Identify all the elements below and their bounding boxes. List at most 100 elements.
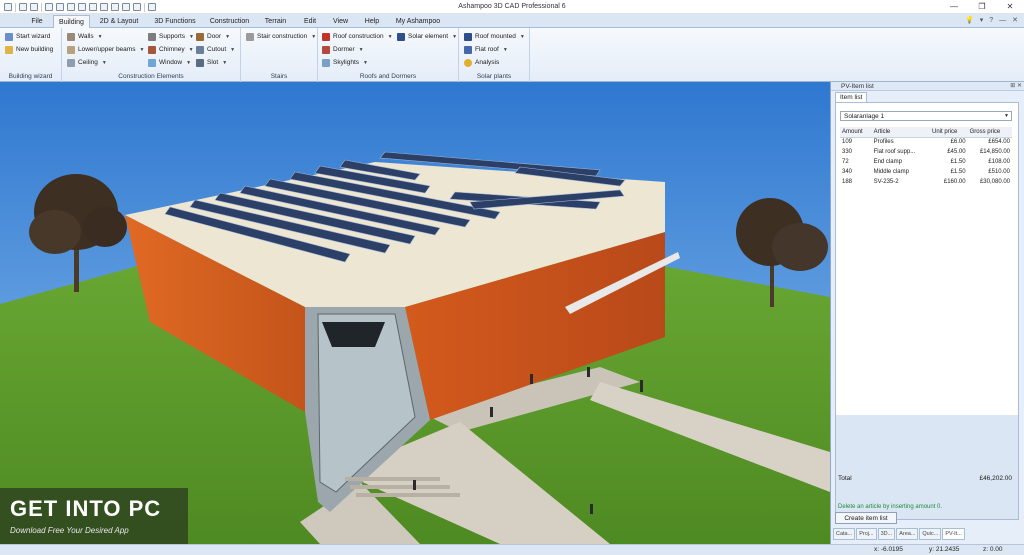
slot-button[interactable]: Slot ▼ bbox=[196, 58, 227, 68]
tab-terrain[interactable]: Terrain bbox=[258, 15, 293, 28]
close-doc-icon[interactable]: ✕ bbox=[1012, 15, 1018, 27]
close-button[interactable]: ✕ bbox=[996, 0, 1024, 14]
chevron-down-icon[interactable]: ▾ bbox=[980, 15, 984, 27]
tab-project[interactable]: Proj... bbox=[856, 528, 877, 540]
table-row[interactable]: 188 SV-235-2 £160.00 £30,080.00 bbox=[840, 177, 1012, 187]
supports-button[interactable]: Supports ▼ bbox=[148, 32, 194, 42]
skylights-button[interactable]: Skylights ▼ bbox=[322, 58, 368, 68]
beams-button[interactable]: Lower/upper beams ▼ bbox=[67, 45, 144, 55]
ceiling-button[interactable]: Ceiling ▼ bbox=[67, 58, 107, 68]
slot-icon bbox=[196, 59, 204, 67]
pin-icon[interactable]: ⊞ bbox=[1010, 83, 1015, 89]
cutout-button[interactable]: Cutout ▼ bbox=[196, 45, 235, 55]
sun-icon bbox=[464, 59, 472, 67]
hint-text: Delete an article by inserting amount 0. bbox=[838, 504, 943, 510]
cell-unit-price: £1.50 bbox=[950, 159, 966, 165]
minimize-ribbon-icon[interactable]: — bbox=[999, 15, 1006, 27]
tab-quick[interactable]: Quic... bbox=[919, 528, 942, 540]
tab-item-list[interactable]: Item list bbox=[835, 92, 868, 102]
minimize-button[interactable]: — bbox=[940, 0, 968, 14]
info-icon[interactable]: ? bbox=[989, 15, 993, 27]
cell-amount[interactable]: 188 bbox=[840, 177, 872, 187]
walls-label: Walls bbox=[78, 33, 94, 40]
roof-construction-label: Roof construction bbox=[333, 33, 384, 40]
door-label: Door bbox=[207, 33, 222, 40]
group-label: Building wizard bbox=[8, 73, 53, 80]
tab-building[interactable]: Building bbox=[53, 15, 90, 29]
group-label: Stairs bbox=[270, 73, 288, 80]
chimney-button[interactable]: Chimney ▼ bbox=[148, 45, 194, 55]
table-row[interactable]: 72 End clamp £1.50 £108.00 bbox=[840, 157, 1012, 167]
cell-amount[interactable]: 330 bbox=[840, 147, 872, 157]
cell-amount[interactable]: 72 bbox=[840, 157, 872, 167]
column-header[interactable]: Unit price bbox=[930, 127, 968, 138]
z-coordinate: z: 0.00 bbox=[983, 546, 1003, 553]
close-icon[interactable]: ✕ bbox=[1017, 83, 1022, 89]
roof-mounted-button[interactable]: Roof mounted ▼ bbox=[464, 32, 525, 42]
dormer-label: Dormer bbox=[333, 46, 355, 53]
tab-view[interactable]: View bbox=[328, 15, 353, 28]
window-controls: — ❐ ✕ bbox=[940, 0, 1024, 14]
dormer-icon bbox=[322, 46, 330, 54]
create-item-list-button[interactable]: Create item list bbox=[835, 512, 897, 524]
solar-element-button[interactable]: Solar element ▼ bbox=[397, 32, 457, 42]
table-row[interactable]: 340 Middle clamp £1.50 £510.00 bbox=[840, 167, 1012, 177]
cell-article: End clamp bbox=[873, 159, 902, 165]
tab-3d[interactable]: 3D... bbox=[877, 528, 896, 540]
chevron-down-icon: ▼ bbox=[387, 34, 393, 40]
solar-plant-select[interactable]: Solaranlage 1 ▼ bbox=[840, 111, 1012, 121]
window-button[interactable]: Window ▼ bbox=[148, 58, 191, 68]
watermark-title: GET INTO PC bbox=[10, 496, 162, 521]
column-header[interactable]: Amount bbox=[840, 127, 872, 138]
tab-construction[interactable]: Construction bbox=[207, 15, 252, 28]
roof-construction-button[interactable]: Roof construction ▼ bbox=[322, 32, 393, 42]
column-header[interactable]: Article bbox=[871, 127, 931, 138]
new-building-button[interactable]: New building bbox=[5, 45, 53, 55]
walls-icon bbox=[67, 33, 75, 41]
status-bar: x: -6.0195 y: 21.2435 z: 0.00 bbox=[0, 544, 1024, 555]
tab-edit[interactable]: Edit bbox=[298, 15, 322, 28]
tab-area[interactable]: Area... bbox=[896, 528, 919, 540]
chevron-down-icon: ▼ bbox=[363, 60, 368, 66]
column-header[interactable]: Gross price bbox=[967, 127, 1012, 138]
tab-file[interactable]: File bbox=[26, 15, 48, 28]
start-wizard-label: Start wizard bbox=[16, 33, 51, 40]
tab-help[interactable]: Help bbox=[358, 15, 386, 28]
dormer-button[interactable]: Dormer ▼ bbox=[322, 45, 364, 55]
maximize-button[interactable]: ❐ bbox=[968, 0, 996, 14]
select-value: Solaranlage 1 bbox=[844, 113, 885, 120]
tab-my-ashampoo[interactable]: My Ashampoo bbox=[393, 15, 443, 28]
tab-2d-layout[interactable]: 2D & Layout bbox=[96, 15, 142, 28]
cell-gross-price: £108.00 bbox=[988, 159, 1010, 165]
solar-panel-icon bbox=[464, 33, 472, 41]
stair-construction-button[interactable]: Stair construction ▼ bbox=[246, 32, 316, 42]
window-label: Window bbox=[159, 59, 183, 66]
cell-gross-price: £14,850.00 bbox=[979, 149, 1010, 155]
walls-button[interactable]: Walls ▼ bbox=[67, 32, 103, 42]
watermark: GET INTO PC Download Free Your Desired A… bbox=[0, 488, 188, 544]
table-row[interactable]: 109 Profiles £6.00 £654.00 bbox=[840, 137, 1012, 147]
title-bar: Ashampoo 3D CAD Professional 6 — ❐ ✕ bbox=[0, 0, 1024, 14]
tab-3d-functions[interactable]: 3D Functions bbox=[149, 15, 201, 28]
door-button[interactable]: Door ▼ bbox=[196, 32, 230, 42]
flat-roof-button[interactable]: Flat roof ▼ bbox=[464, 45, 508, 55]
chevron-down-icon: ▼ bbox=[230, 47, 236, 53]
table-row[interactable]: 330 Flat roof supp... £45.00 £14,850.00 bbox=[840, 147, 1012, 157]
group-roofs-dormers: Roof construction ▼ Dormer ▼ Skylights ▼ So… bbox=[318, 28, 459, 82]
chevron-down-icon: ▼ bbox=[502, 47, 508, 53]
skylight-icon bbox=[322, 59, 330, 67]
tab-pv-item[interactable]: PV-It... bbox=[942, 528, 965, 540]
cell-amount[interactable]: 340 bbox=[840, 167, 872, 177]
3d-viewport[interactable] bbox=[0, 82, 830, 544]
cell-unit-price: £45.00 bbox=[947, 149, 966, 155]
new-building-label: New building bbox=[16, 46, 54, 53]
cell-unit-price: £6.00 bbox=[950, 139, 966, 146]
start-wizard-button[interactable]: Start wizard bbox=[5, 32, 50, 42]
cell-amount[interactable]: 109 bbox=[840, 137, 872, 147]
x-coordinate: x: -6.0195 bbox=[874, 546, 903, 553]
help-icon[interactable]: 💡 bbox=[965, 15, 974, 27]
chevron-down-icon: ▼ bbox=[519, 34, 525, 40]
tab-catalog[interactable]: Cata... bbox=[833, 528, 856, 540]
3d-scene bbox=[0, 82, 830, 544]
analysis-button[interactable]: Analysis bbox=[464, 58, 499, 68]
